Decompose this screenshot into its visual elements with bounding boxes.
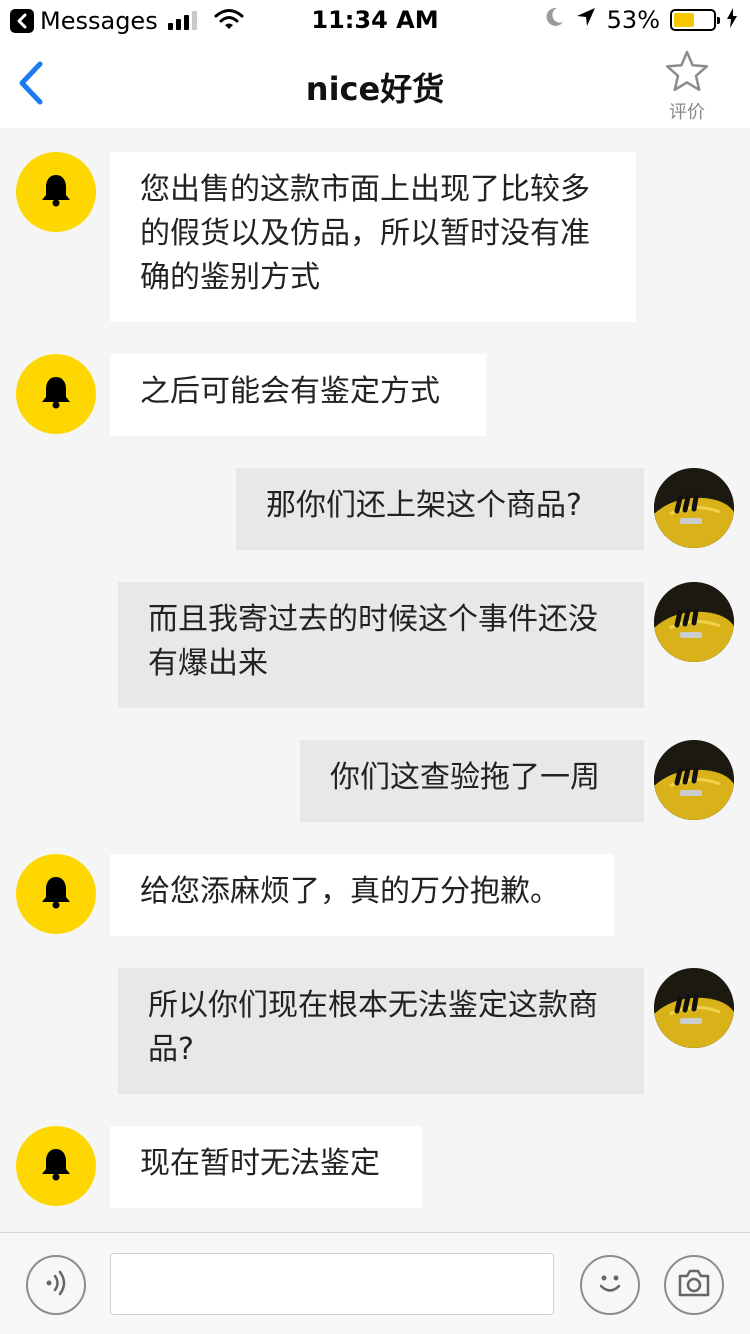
rate-button[interactable]: 评价 <box>664 50 710 124</box>
bell-icon <box>38 1146 74 1186</box>
page-title: nice好货 <box>305 70 445 108</box>
system-avatar[interactable] <box>16 354 96 434</box>
moon-icon <box>543 6 565 34</box>
user-avatar[interactable] <box>654 740 734 820</box>
chat-area[interactable]: 您出售的这款市面上出现了比较多的假货以及仿品，所以暂时没有准确的鉴别方式 之后可… <box>0 128 750 1232</box>
emoji-icon <box>593 1266 627 1304</box>
user-avatar[interactable] <box>654 582 734 662</box>
user-avatar[interactable] <box>654 968 734 1048</box>
rate-label: 评价 <box>669 102 705 123</box>
battery-icon <box>670 9 720 31</box>
location-arrow-icon <box>575 6 597 34</box>
message-input[interactable] <box>110 1253 554 1315</box>
system-avatar[interactable] <box>16 1126 96 1206</box>
camera-button[interactable] <box>664 1255 724 1315</box>
bell-icon <box>38 374 74 414</box>
message-bubble[interactable]: 所以你们现在根本无法鉴定这款商品? <box>118 968 644 1094</box>
voice-icon <box>41 1269 71 1301</box>
nav-bar: nice好货 评价 <box>0 40 750 128</box>
message-bubble[interactable]: 给您添麻烦了，真的万分抱歉。 <box>110 854 614 936</box>
user-avatar[interactable] <box>654 468 734 548</box>
status-right: 53% <box>543 6 738 34</box>
star-icon <box>665 50 709 96</box>
bell-icon <box>38 874 74 914</box>
message-bubble[interactable]: 之后可能会有鉴定方式 <box>110 354 486 436</box>
message-bubble[interactable]: 您出售的这款市面上出现了比较多的假货以及仿品，所以暂时没有准确的鉴别方式 <box>110 152 636 322</box>
message-bubble[interactable]: 那你们还上架这个商品? <box>236 468 644 550</box>
system-avatar[interactable] <box>16 152 96 232</box>
input-bar <box>0 1232 750 1334</box>
message-bubble[interactable]: 你们这查验拖了一周 <box>300 740 644 822</box>
voice-button[interactable] <box>26 1255 86 1315</box>
battery-percent: 53% <box>606 6 660 34</box>
message-bubble[interactable]: 现在暂时无法鉴定 <box>110 1126 422 1208</box>
system-avatar[interactable] <box>16 854 96 934</box>
camera-icon <box>677 1268 711 1302</box>
status-bar: Messages 11:34 AM 53% <box>0 0 750 40</box>
bell-icon <box>38 172 74 212</box>
emoji-button[interactable] <box>580 1255 640 1315</box>
message-bubble[interactable]: 而且我寄过去的时候这个事件还没有爆出来 <box>118 582 644 708</box>
charging-bolt-icon <box>726 6 738 34</box>
